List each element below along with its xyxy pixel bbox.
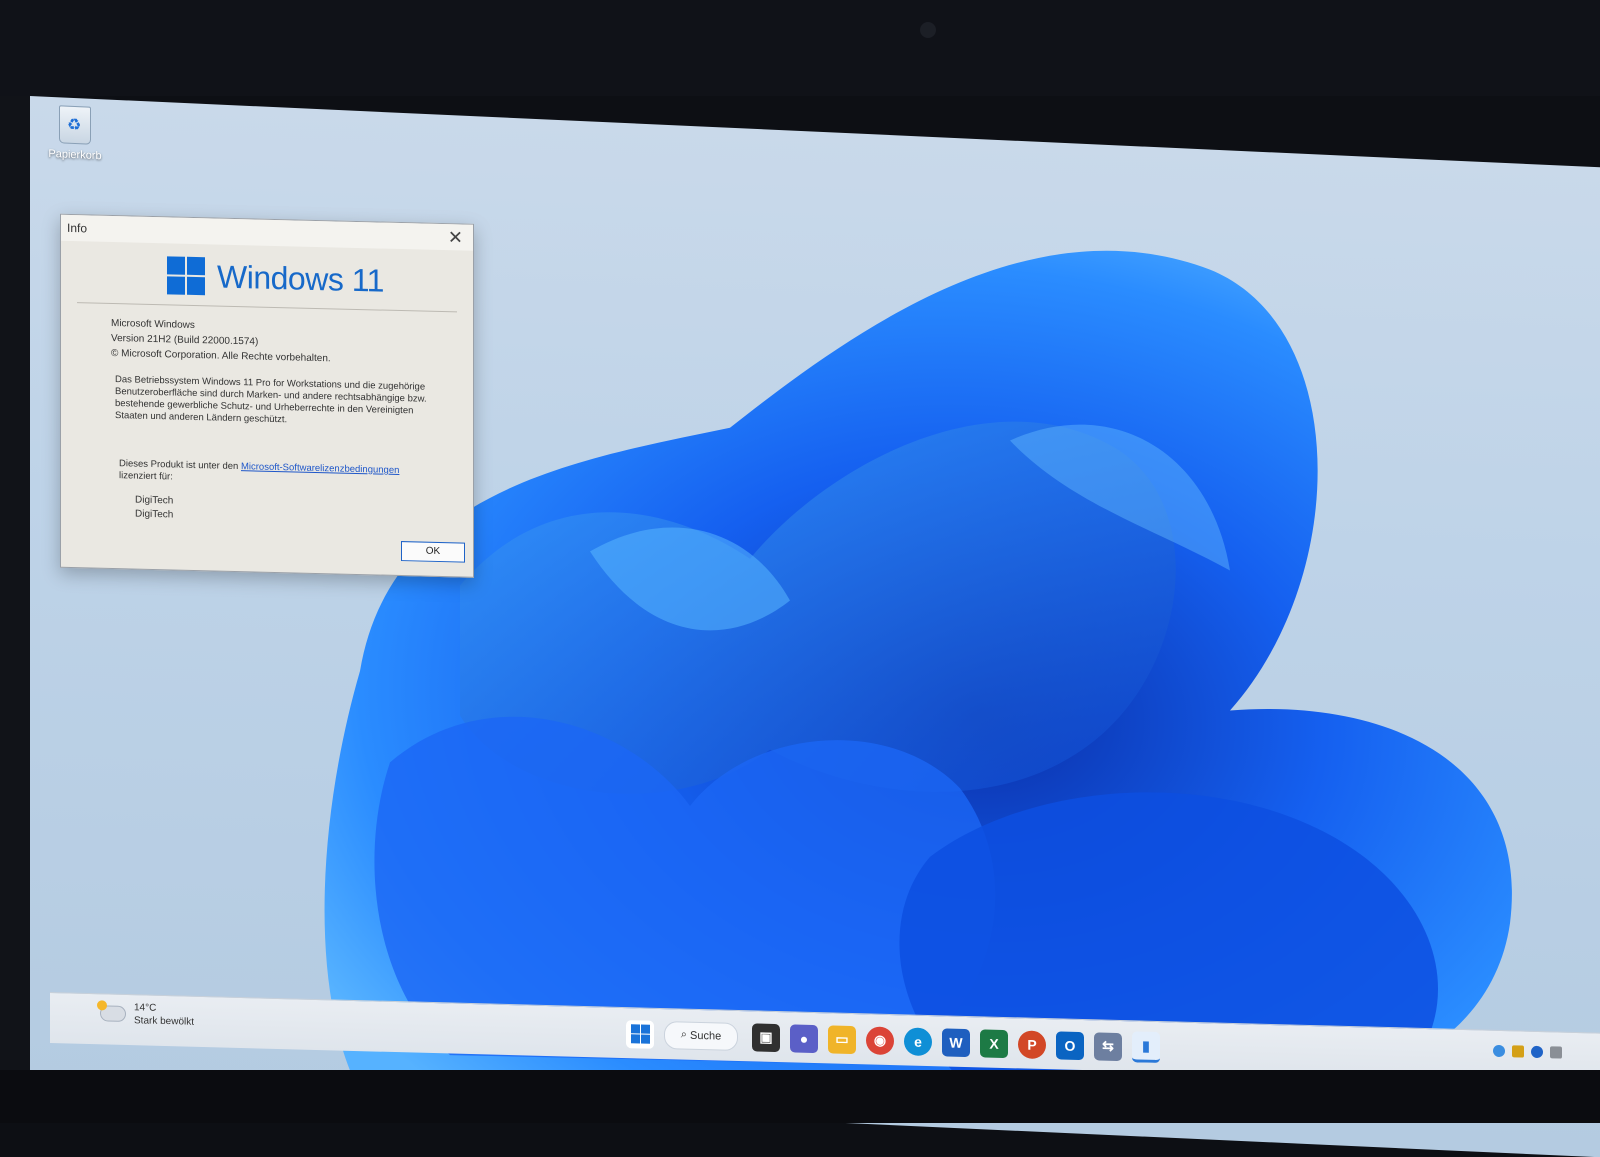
recycle-bin-icon: ♻ — [59, 105, 91, 145]
bluetooth-icon[interactable] — [1531, 1045, 1543, 1059]
onedrive-icon[interactable] — [1493, 1044, 1505, 1058]
version-info: Microsoft Windows Version 21H2 (Build 22… — [111, 316, 331, 366]
windows-logo-text: Windows 11 — [217, 258, 384, 299]
start-icon[interactable] — [626, 1019, 654, 1049]
search-button[interactable]: ⌕ Suche — [664, 1020, 738, 1051]
ok-button[interactable]: OK — [401, 541, 465, 563]
file-explorer-icon[interactable]: ▭ — [828, 1024, 856, 1054]
excel-icon[interactable]: X — [980, 1028, 1008, 1058]
edge-icon[interactable]: e — [904, 1026, 932, 1056]
divider — [77, 302, 457, 313]
task-view-icon[interactable]: ▣ — [752, 1022, 780, 1052]
network-app-icon[interactable]: ⇆ — [1094, 1031, 1122, 1061]
system-tray — [1486, 1044, 1562, 1059]
license-text: Dieses Produkt ist unter den Microsoft-S… — [119, 458, 439, 490]
windows-logo-icon — [167, 256, 205, 296]
powerpoint-icon[interactable]: P — [1018, 1029, 1046, 1059]
weather-widget[interactable]: 14°C Stark bewölkt — [100, 1000, 194, 1028]
word-icon[interactable]: W — [942, 1027, 970, 1057]
taskbar-apps: ⌕ Suche ▣ ● ▭ ◉ e W X P O ⇆ ▮ — [626, 1018, 1170, 1064]
license-terms-link[interactable]: Microsoft-Softwarelizenzbedingungen — [241, 461, 399, 476]
webcam-icon — [920, 22, 936, 38]
usb-device-icon[interactable] — [1550, 1046, 1562, 1059]
monitor-bezel-left — [0, 96, 30, 1096]
about-windows-dialog: Info ✕ Windows 11 Microsoft Windows Vers… — [60, 213, 474, 578]
license-suffix: lizenziert für: — [119, 470, 173, 483]
weather-description: Stark bewölkt — [134, 1015, 195, 1028]
desktop-icon-recycle-bin[interactable]: ♻ Papierkorb — [40, 104, 110, 162]
legal-text: Das Betriebssystem Windows 11 Pro for Wo… — [115, 374, 427, 426]
dialog-title: Info — [67, 220, 88, 236]
monitor-bezel-top — [0, 0, 1600, 96]
windows-logo-banner: Windows 11 — [167, 253, 384, 302]
security-shield-icon[interactable] — [1512, 1045, 1524, 1058]
search-label: Suche — [690, 1029, 722, 1043]
active-window-icon[interactable]: ▮ — [1132, 1031, 1160, 1064]
outlook-icon[interactable]: O — [1056, 1030, 1084, 1060]
monitor-bezel-bottom — [0, 1070, 1600, 1123]
licensed-organization: DigiTech — [135, 508, 174, 521]
chrome-icon[interactable]: ◉ — [866, 1025, 894, 1055]
close-icon[interactable]: ✕ — [448, 227, 463, 248]
licensed-user: DigiTech — [135, 494, 174, 507]
teams-chat-icon[interactable]: ● — [790, 1023, 818, 1053]
cloudy-weather-icon — [100, 1005, 126, 1022]
